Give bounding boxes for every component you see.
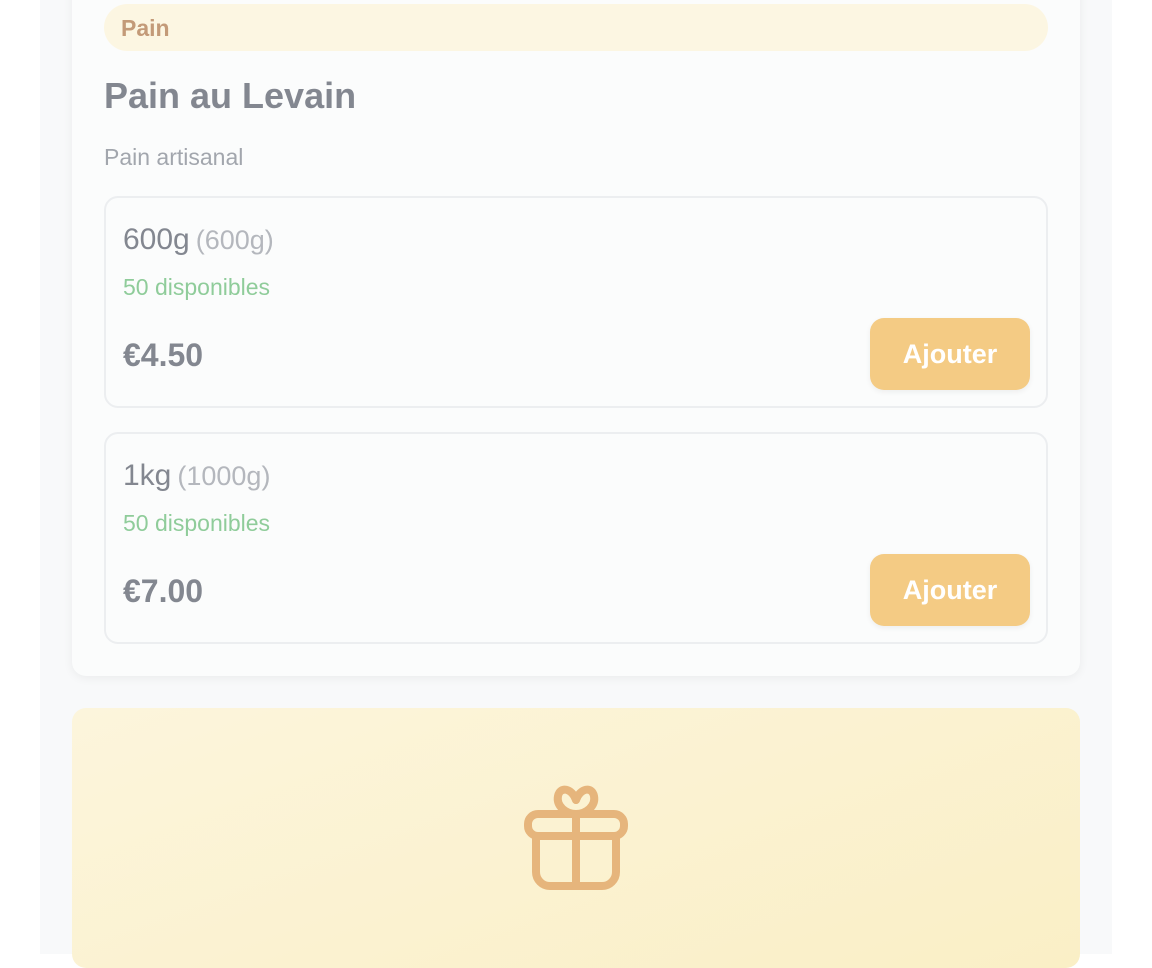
- product-title: Pain au Levain: [104, 75, 357, 116]
- variant-name: 600g: [123, 223, 190, 256]
- product-description: Pain artisanal: [104, 144, 244, 170]
- variant-stock: 50 disponibles: [123, 510, 271, 536]
- gift-icon: [524, 785, 628, 890]
- add-to-cart-button[interactable]: Ajouter: [870, 554, 1030, 626]
- variant-weight: (1000g): [177, 461, 271, 491]
- category-badge: Pain: [104, 4, 1048, 51]
- variant-name: 1kg: [123, 459, 172, 492]
- variant-price: €4.50: [123, 337, 204, 373]
- variant-card: 1kg (1000g) 50 disponibles €7.00 Ajouter: [104, 432, 1048, 644]
- variant-price: €7.00: [123, 573, 204, 609]
- variant-stock: 50 disponibles: [123, 274, 271, 300]
- variant-card: 600g (600g) 50 disponibles €4.50 Ajouter: [104, 196, 1048, 408]
- variant-title: 600g (600g): [123, 222, 274, 258]
- add-to-cart-button[interactable]: Ajouter: [870, 318, 1030, 390]
- variant-title: 1kg (1000g): [123, 458, 270, 494]
- variant-weight: (600g): [195, 225, 274, 255]
